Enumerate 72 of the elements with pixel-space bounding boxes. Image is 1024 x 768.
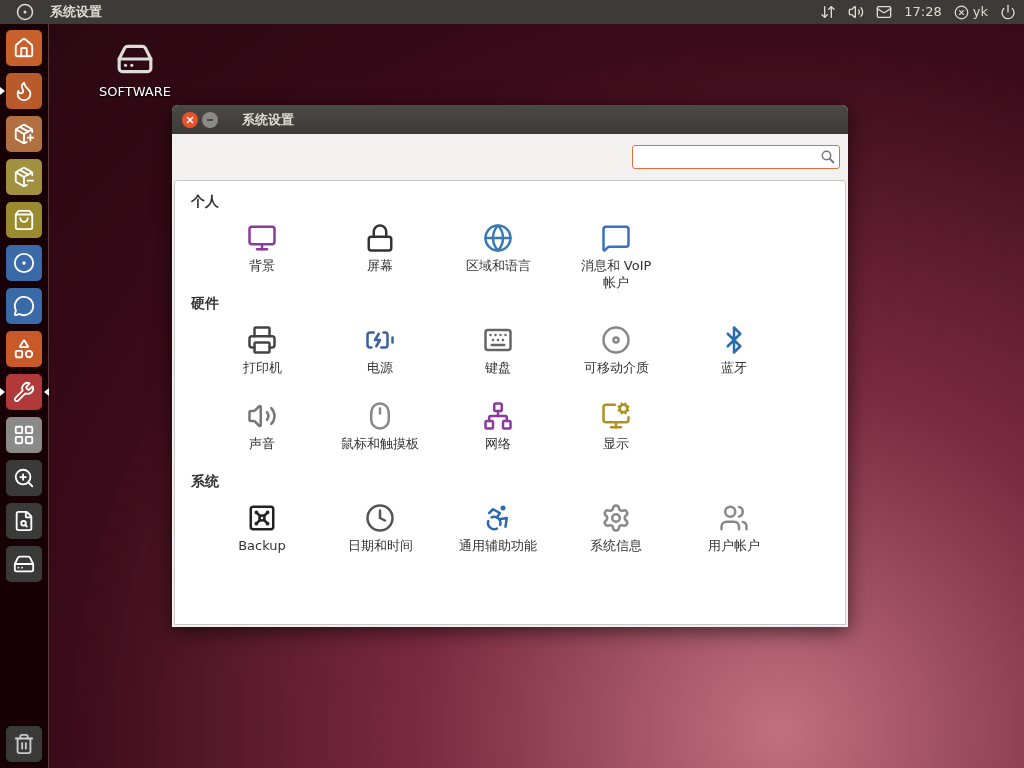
lock-icon [365,223,395,253]
section-heading: 硬件 [191,294,220,313]
launcher-item[interactable] [6,374,42,410]
bag-icon [13,209,35,231]
circle-icon [13,252,35,274]
launcher-item[interactable] [6,460,42,496]
settings-item[interactable]: 声音 [203,389,321,465]
globe-icon [483,223,513,253]
volume-icon[interactable] [848,4,865,20]
house-icon [13,37,35,59]
power-icon[interactable] [1000,4,1016,20]
settings-item[interactable]: 键盘 [439,313,557,389]
launcher-item[interactable] [6,546,42,582]
user-status-icon[interactable] [953,4,969,20]
settings-item[interactable]: Backup [203,491,321,567]
monitor-icon [601,401,631,431]
settings-item[interactable]: 通用辅助功能 [439,491,557,567]
launcher-item[interactable] [6,245,42,281]
zoom-icon [13,467,35,489]
safe-icon [247,503,277,533]
settings-item[interactable]: 消息和 VoIP 帐户 [557,211,675,287]
settings-item[interactable]: 可移动介质 [557,313,675,389]
close-button[interactable] [182,111,198,128]
monitor-icon [247,223,277,253]
printer-icon [247,325,277,355]
section-heading: 个人 [191,192,220,211]
section-heading: 系统 [191,472,220,491]
settings-item[interactable]: 日期和时间 [321,491,439,567]
settings-item[interactable]: 蓝牙 [675,313,793,389]
settings-item[interactable]: 网络 [439,389,557,465]
trash-icon [13,733,35,755]
mail-icon[interactable] [876,4,893,20]
settings-item[interactable]: 屏幕 [321,211,439,287]
search-icon [821,150,835,164]
launcher-item[interactable] [6,331,42,367]
network-icon[interactable] [820,4,837,20]
launcher-item[interactable] [6,726,42,762]
launcher-item[interactable] [6,116,42,152]
desktop-icon-label[interactable]: SOFTWARE [99,82,171,102]
settings-item[interactable]: 用户帐户 [675,491,793,567]
launcher-item[interactable] [6,503,42,539]
package-down-icon [13,166,35,188]
launcher-item[interactable] [6,30,42,66]
launcher-item[interactable] [6,202,42,238]
chat-icon [13,295,35,317]
launcher-item[interactable] [6,417,42,453]
chat-icon [601,223,631,253]
hard-drive-icon [13,553,35,575]
settings-item[interactable]: 鼠标和触摸板 [321,389,439,465]
settings-item[interactable]: 显示 [557,389,675,465]
grid-icon [13,424,35,446]
launcher-item[interactable] [6,73,42,109]
network-icon [483,401,513,431]
panel-title: 系统设置 [50,3,102,22]
clock-icon [365,503,395,533]
clock-text[interactable]: 17:28 [904,2,942,22]
settings-item[interactable]: 区域和语言 [439,211,557,287]
settings-item[interactable]: 背景 [203,211,321,287]
search-field[interactable] [632,145,840,169]
file-search-icon [13,510,35,532]
settings-item[interactable]: 系统信息 [557,491,675,567]
settings-item[interactable]: 电源 [321,313,439,389]
launcher-item[interactable] [6,288,42,324]
close-icon [186,115,194,124]
settings-icon [601,503,631,533]
window-title: 系统设置 [242,110,294,129]
package-up-icon [13,123,35,145]
disc-icon [601,325,631,355]
user-name[interactable]: yk [972,2,988,22]
users-icon [719,503,749,533]
wrench-icon [13,381,35,403]
settings-item[interactable]: 打印机 [203,313,321,389]
